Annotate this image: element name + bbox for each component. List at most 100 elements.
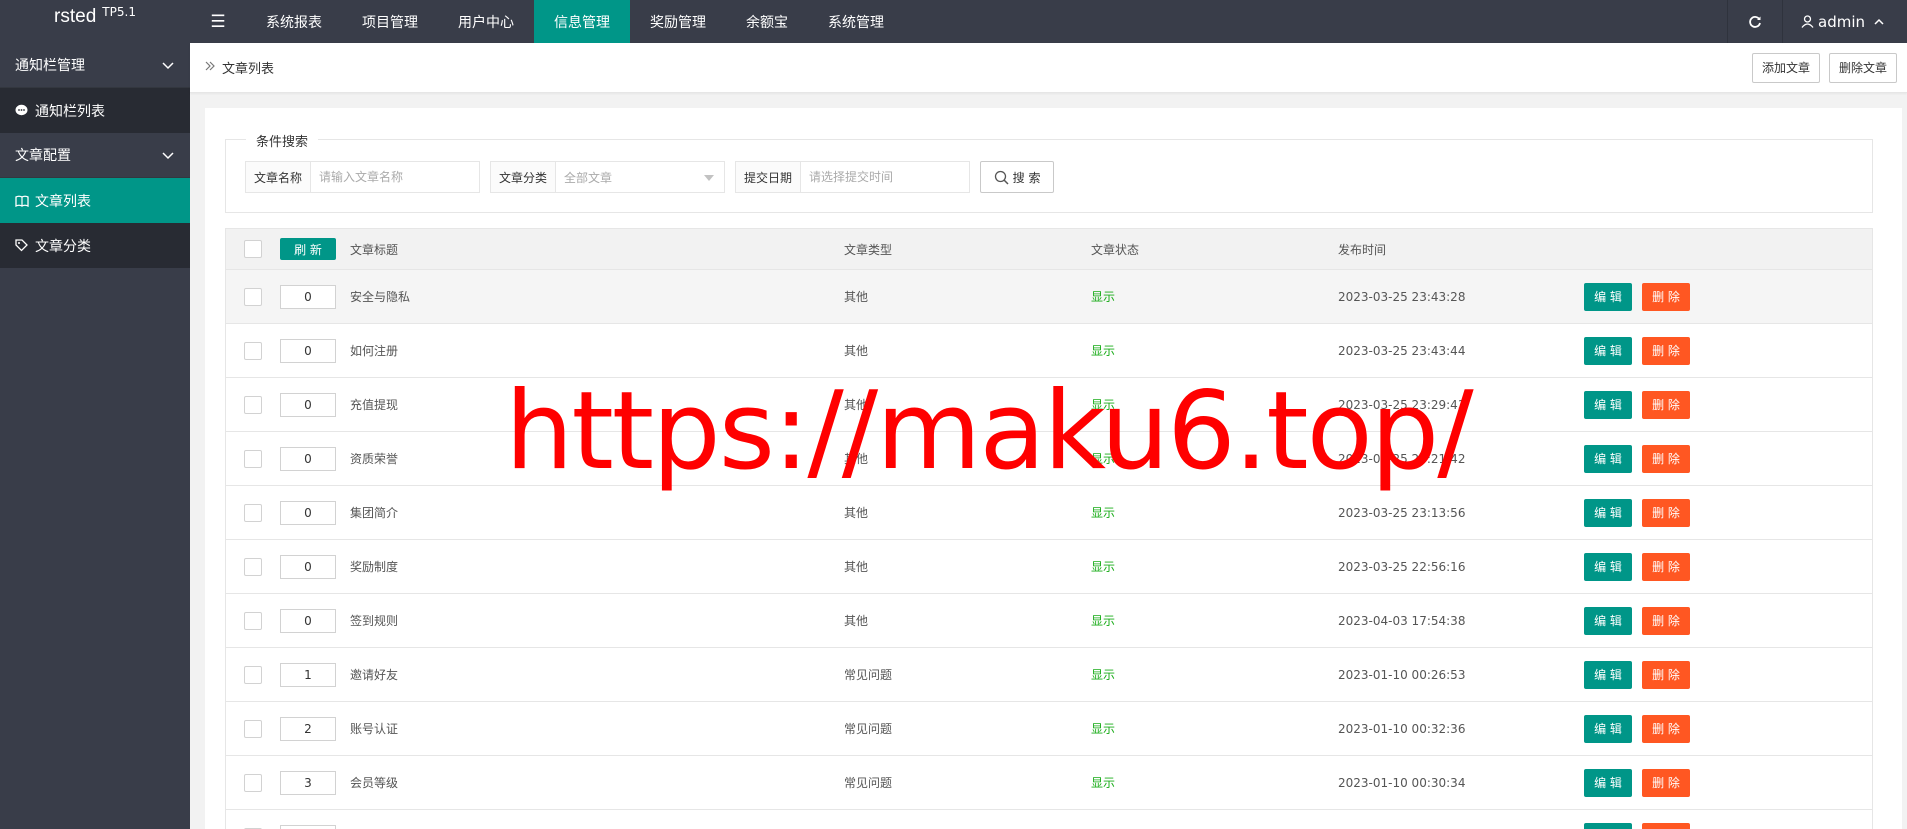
row-checkbox[interactable] <box>244 287 262 306</box>
sidebar-item-article-category[interactable]: 文章分类 <box>0 223 190 268</box>
row-checkbox[interactable] <box>244 341 262 360</box>
row-checkbox[interactable] <box>244 503 262 522</box>
row-actions: 编 辑 删 除 <box>1584 552 1690 581</box>
row-checkbox[interactable] <box>244 773 262 792</box>
sort-order-input[interactable]: 0 <box>280 446 336 471</box>
edit-button[interactable]: 编 辑 <box>1584 606 1632 635</box>
article-title: 集团简介 <box>350 506 399 520</box>
row-checkbox[interactable] <box>244 449 262 468</box>
row-actions: 编 辑 删 除 <box>1584 714 1690 743</box>
article-type: 常见问题 <box>844 668 893 682</box>
article-title: 邀请好友 <box>350 668 399 682</box>
delete-button[interactable]: 删 除 <box>1642 552 1690 581</box>
article-title: 账号认证 <box>350 722 399 736</box>
delete-button[interactable]: 删 除 <box>1642 444 1690 473</box>
edit-button[interactable]: 编 辑 <box>1584 282 1632 311</box>
add-article-button[interactable]: 添加文章 <box>1751 52 1820 83</box>
search-button[interactable]: 搜 索 <box>980 161 1055 193</box>
publish-date: 2023-03-25 23:21:42 <box>1338 451 1466 466</box>
article-status: 显示 <box>1091 668 1116 682</box>
chevron-down-icon <box>162 62 174 70</box>
article-status: 显示 <box>1091 506 1116 520</box>
book-icon <box>15 195 31 207</box>
row-checkbox[interactable] <box>244 395 262 414</box>
main-content: 文章列表 添加文章 删除文章 条件搜索 文章名称 文章分类 全部文章 <box>190 43 1907 829</box>
delete-button[interactable]: 删 除 <box>1642 282 1690 311</box>
nav-item-system[interactable]: 系统管理 <box>808 0 904 43</box>
delete-button[interactable]: 删 除 <box>1642 768 1690 797</box>
table-header: 刷 新 文章标题 文章类型 文章状态 发布时间 <box>225 228 1873 270</box>
user-name: admin <box>1818 12 1865 31</box>
sidebar-group-notice[interactable]: 通知栏管理 <box>0 43 190 88</box>
nav-item-rewards[interactable]: 奖励管理 <box>630 0 726 43</box>
sidebar-group-article[interactable]: 文章配置 <box>0 133 190 178</box>
category-select[interactable]: 全部文章 <box>556 162 724 192</box>
column-header-date: 发布时间 <box>1338 242 1387 257</box>
edit-button[interactable]: 编 辑 <box>1584 768 1632 797</box>
chevron-down-icon <box>162 152 174 160</box>
edit-button[interactable]: 编 辑 <box>1584 552 1632 581</box>
sort-order-input[interactable] <box>280 824 336 829</box>
publish-date: 2023-03-25 23:29:43 <box>1338 397 1466 412</box>
delete-button[interactable]: 删 除 <box>1642 714 1690 743</box>
article-type: 其他 <box>844 398 869 412</box>
sort-order-input[interactable]: 3 <box>280 770 336 795</box>
refresh-button[interactable]: 刷 新 <box>280 238 336 260</box>
nav-item-projects[interactable]: 项目管理 <box>342 0 438 43</box>
menu-toggle-icon[interactable]: ☰ <box>190 0 246 43</box>
row-checkbox[interactable] <box>244 719 262 738</box>
sort-order-input[interactable]: 0 <box>280 338 336 363</box>
nav-item-balance[interactable]: 余额宝 <box>726 0 808 43</box>
sort-order-input[interactable]: 1 <box>280 662 336 687</box>
edit-button[interactable]: 编 辑 <box>1584 660 1632 689</box>
title-search-input[interactable] <box>311 162 480 192</box>
publish-date: 2023-01-10 00:30:34 <box>1338 775 1466 790</box>
sort-order-input[interactable]: 0 <box>280 500 336 525</box>
edit-button[interactable]: 编 辑 <box>1584 498 1632 527</box>
delete-button[interactable]: 删 除 <box>1642 660 1690 689</box>
nav-item-info[interactable]: 信息管理 <box>534 0 630 43</box>
row-actions: 编 辑 删 除 <box>1584 444 1690 473</box>
sidebar-item-article-list[interactable]: 文章列表 <box>0 178 190 223</box>
sort-order-input[interactable]: 0 <box>280 608 336 633</box>
search-button-label: 搜 索 <box>1012 170 1041 185</box>
edit-button[interactable]: 编 辑 <box>1584 714 1632 743</box>
article-title: 会员等级 <box>350 776 399 790</box>
date-input[interactable] <box>801 162 970 192</box>
delete-button[interactable]: 删 除 <box>1642 606 1690 635</box>
delete-articles-button[interactable]: 删除文章 <box>1828 52 1897 83</box>
sidebar-item-notice-list[interactable]: 通知栏列表 <box>0 88 190 133</box>
sort-order-input[interactable]: 2 <box>280 716 336 741</box>
article-title: 资质荣誉 <box>350 452 399 466</box>
sort-order-input[interactable]: 0 <box>280 554 336 579</box>
row-checkbox[interactable] <box>244 665 262 684</box>
delete-button[interactable]: 删 除 <box>1642 498 1690 527</box>
content-card: 条件搜索 文章名称 文章分类 全部文章 提交日期 <box>205 108 1902 829</box>
article-type: 其他 <box>844 560 869 574</box>
article-status: 显示 <box>1091 290 1116 304</box>
user-menu[interactable]: admin <box>1782 0 1907 43</box>
nav-item-users[interactable]: 用户中心 <box>438 0 534 43</box>
article-status: 显示 <box>1091 722 1116 736</box>
delete-button[interactable]: 删 除 <box>1642 336 1690 365</box>
select-all-checkbox[interactable] <box>244 240 262 258</box>
row-actions: 编 辑 删 除 <box>1584 390 1690 419</box>
article-status: 显示 <box>1091 452 1116 466</box>
article-title: 安全与隐私 <box>350 290 411 304</box>
edit-button[interactable]: 编 辑 <box>1584 822 1632 829</box>
sort-order-input[interactable]: 0 <box>280 392 336 417</box>
user-icon <box>1801 15 1814 28</box>
delete-button[interactable]: 删 除 <box>1642 822 1690 829</box>
refresh-icon[interactable] <box>1727 0 1782 43</box>
row-checkbox[interactable] <box>244 611 262 630</box>
delete-button[interactable]: 删 除 <box>1642 390 1690 419</box>
edit-button[interactable]: 编 辑 <box>1584 444 1632 473</box>
edit-button[interactable]: 编 辑 <box>1584 390 1632 419</box>
publish-date: 2023-03-25 23:43:44 <box>1338 343 1466 358</box>
category-filter-label: 文章分类 <box>491 162 557 192</box>
article-status: 显示 <box>1091 560 1116 574</box>
nav-item-reports[interactable]: 系统报表 <box>246 0 342 43</box>
edit-button[interactable]: 编 辑 <box>1584 336 1632 365</box>
sort-order-input[interactable]: 0 <box>280 284 336 309</box>
row-checkbox[interactable] <box>244 557 262 576</box>
